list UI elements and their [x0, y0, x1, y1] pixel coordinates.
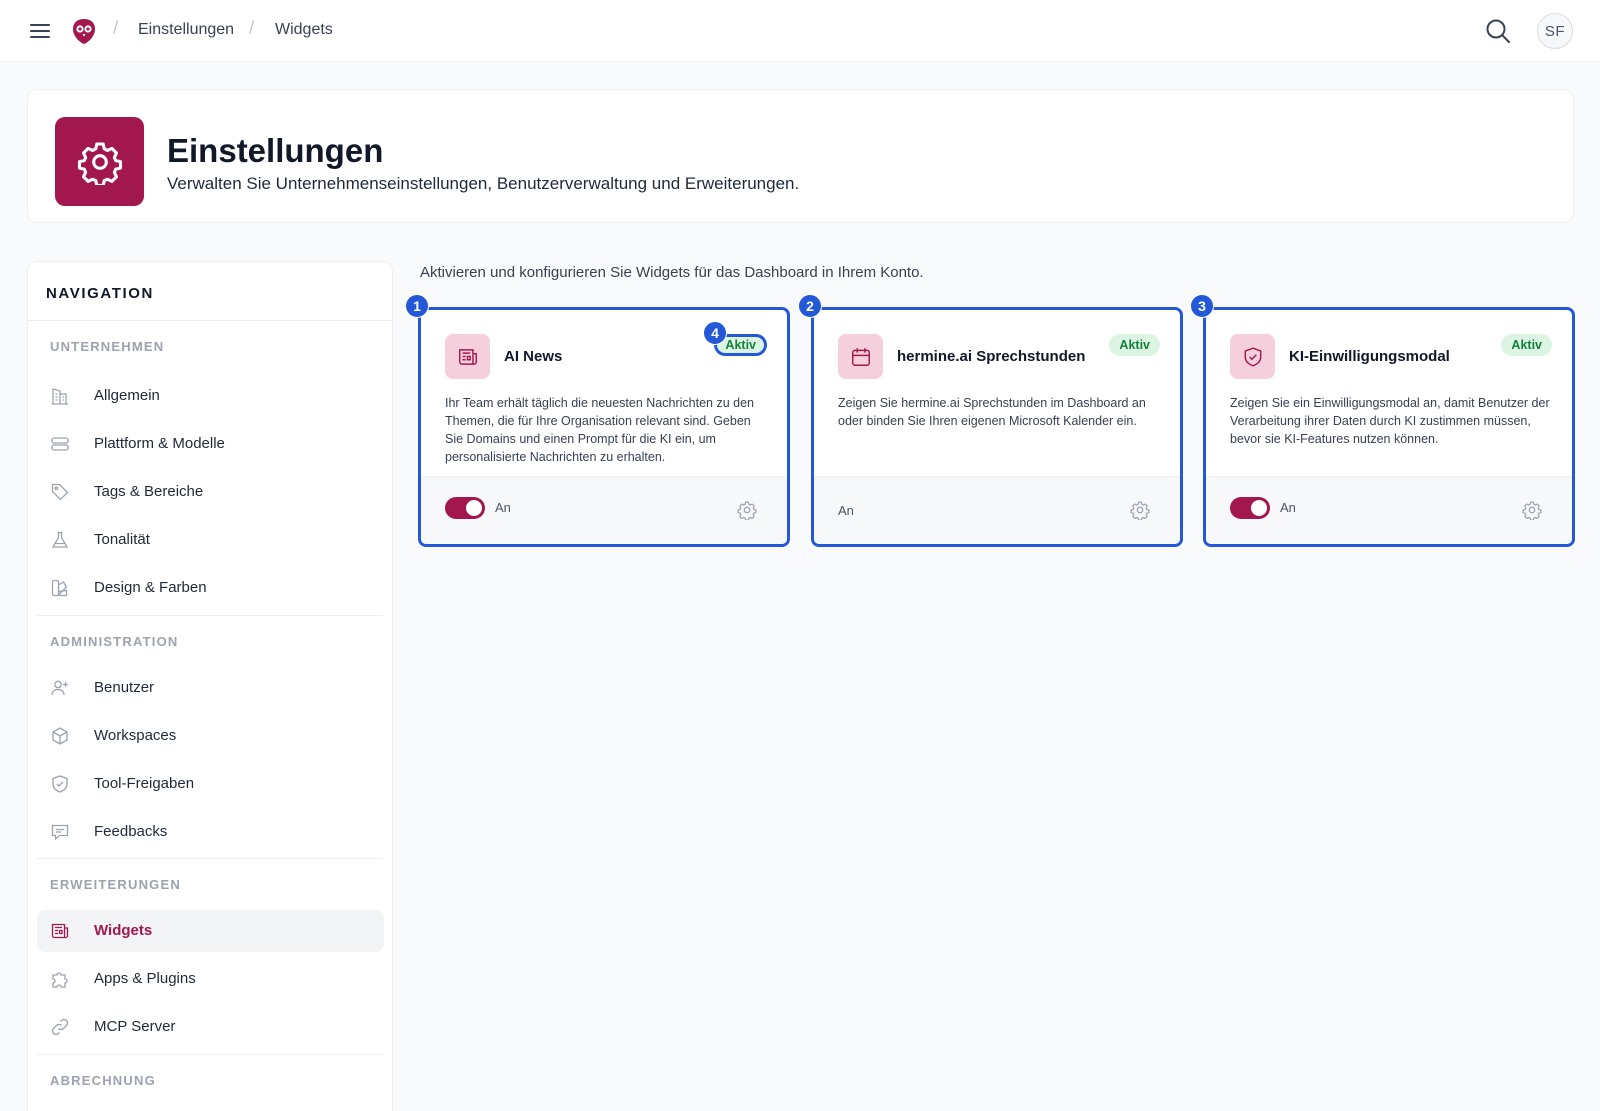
- user-plus-icon: [51, 680, 68, 696]
- sidebar-item-label: Feedbacks: [94, 823, 168, 840]
- widget-title: KI-Einwilligungsmodal: [1289, 348, 1450, 365]
- avatar[interactable]: SF: [1537, 13, 1573, 49]
- settings-gear-icon: [55, 117, 144, 206]
- sidebar-item-tonalitaet[interactable]: Tonalität: [37, 519, 384, 561]
- sidebar-item-mcp-server[interactable]: MCP Server: [37, 1006, 384, 1048]
- building-icon: [52, 388, 68, 405]
- annotation-marker-1: 1: [405, 294, 429, 318]
- section-label-abrechnung: ABRECHNUNG: [50, 1073, 156, 1088]
- sidebar-item-tool-freigaben[interactable]: Tool-Freigaben: [37, 763, 384, 805]
- widget-footer: [814, 476, 1180, 544]
- sidebar-item-label: Benutzer: [94, 679, 155, 696]
- sidebar-item-label: MCP Server: [94, 1018, 176, 1035]
- calendar-icon: [838, 334, 883, 379]
- divider: [37, 615, 383, 616]
- sidebar-item-feedbacks[interactable]: Feedbacks: [37, 811, 384, 853]
- annotation-marker-2: 2: [798, 294, 822, 318]
- newspaper-icon: [51, 923, 69, 939]
- sidebar-item-widgets[interactable]: Widgets: [37, 910, 384, 952]
- sidebar-item-tags-bereiche[interactable]: Tags & Bereiche: [37, 471, 384, 513]
- page-subtitle: Verwalten Sie Unternehmenseinstellungen,…: [167, 174, 800, 193]
- tag-icon: [51, 483, 69, 501]
- shield-check-icon: [1230, 334, 1275, 379]
- sidebar-item-label: Tonalität: [94, 531, 150, 548]
- toggle-label: An: [1280, 500, 1296, 515]
- sidebar-item-label: Workspaces: [94, 727, 177, 744]
- server-icon: [51, 437, 69, 451]
- toggle-label: An: [495, 500, 511, 515]
- toggle-label: An: [838, 503, 854, 518]
- widget-title: hermine.ai Sprechstunden: [897, 348, 1086, 365]
- cube-icon: [52, 727, 68, 745]
- widget-toggle-switch[interactable]: [445, 497, 485, 519]
- sidebar-item-label: Tags & Bereiche: [94, 483, 204, 500]
- link-icon: [51, 1018, 69, 1036]
- section-label-administration: ADMINISTRATION: [50, 634, 179, 649]
- sidebar-item-label: Plattform & Modelle: [94, 435, 225, 452]
- palette-icon: [51, 579, 68, 597]
- menu-icon[interactable]: [28, 20, 52, 42]
- divider: [28, 320, 392, 321]
- gear-icon[interactable]: [1522, 500, 1542, 520]
- sidebar-item-label: Widgets: [94, 922, 153, 939]
- annotation-marker-3: 3: [1190, 294, 1214, 318]
- widget-toggle-switch[interactable]: [1230, 497, 1270, 519]
- shield-check-icon: [52, 775, 68, 793]
- search-icon[interactable]: [1484, 17, 1512, 45]
- section-label-unternehmen: UNTERNEHMEN: [50, 339, 165, 354]
- gear-icon[interactable]: [1130, 500, 1150, 520]
- widget-card-ai-news: AI News Aktiv Ihr Team erhält täglich di…: [405, 294, 790, 547]
- nav-title: NAVIGATION: [46, 285, 154, 302]
- sidebar-item-workspaces[interactable]: Workspaces: [37, 715, 384, 757]
- divider: [37, 858, 383, 859]
- sidebar-item-label: Tool-Freigaben: [94, 775, 195, 792]
- gear-icon[interactable]: [737, 500, 757, 520]
- annotation-marker-4: 4: [703, 321, 727, 345]
- page-header: Einstellungen Verwalten Sie Unternehmens…: [27, 89, 1574, 223]
- divider: [37, 1054, 383, 1055]
- sidebar-item-design-farben[interactable]: Design & Farben: [37, 567, 384, 609]
- sidebar-item-label: Design & Farben: [94, 579, 207, 596]
- breadcrumb-einstellungen[interactable]: Einstellungen: [138, 21, 234, 39]
- widgets-intro-text: Aktivieren und konfigurieren Sie Widgets…: [420, 264, 924, 281]
- sidebar-item-plattform-modelle[interactable]: Plattform & Modelle: [37, 423, 384, 465]
- breadcrumb-separator: /: [113, 18, 119, 39]
- chat-icon: [51, 824, 69, 841]
- sidebar-item-label: Allgemein: [94, 387, 160, 404]
- breadcrumb-separator: /: [249, 18, 255, 39]
- widget-description: Zeigen Sie hermine.ai Sprechstunden im D…: [838, 396, 1146, 428]
- page-title: Einstellungen: [167, 132, 384, 169]
- flask-icon: [51, 531, 69, 548]
- status-badge: Aktiv: [1501, 334, 1552, 356]
- widget-title: AI News: [504, 348, 563, 365]
- sidebar-item-allgemein[interactable]: Allgemein: [37, 375, 384, 417]
- sidebar-navigation: NAVIGATION UNTERNEHMEN Allgemein Plattfo…: [27, 261, 393, 1111]
- widget-description: Zeigen Sie ein Einwilligungsmodal an, da…: [1230, 396, 1550, 446]
- sidebar-item-benutzer[interactable]: Benutzer: [37, 667, 384, 709]
- owl-logo-icon[interactable]: [71, 17, 97, 45]
- newspaper-icon: [445, 334, 490, 379]
- sidebar-item-apps-plugins[interactable]: Apps & Plugins: [37, 958, 384, 1000]
- widget-card-ki-einwilligungsmodal: KI-Einwilligungsmodal Aktiv Zeigen Sie e…: [1190, 294, 1575, 547]
- breadcrumb-widgets[interactable]: Widgets: [275, 21, 333, 39]
- section-label-erweiterungen: ERWEITERUNGEN: [50, 877, 181, 892]
- sidebar-item-label: Apps & Plugins: [94, 970, 196, 987]
- widget-description: Ihr Team erhält täglich die neuesten Nac…: [445, 396, 754, 464]
- top-bar: / Einstellungen / Widgets SF: [0, 0, 1600, 62]
- widget-card-sprechstunden: hermine.ai Sprechstunden Aktiv Zeigen Si…: [798, 294, 1183, 547]
- status-badge: Aktiv: [1109, 334, 1160, 356]
- puzzle-icon: [52, 972, 68, 988]
